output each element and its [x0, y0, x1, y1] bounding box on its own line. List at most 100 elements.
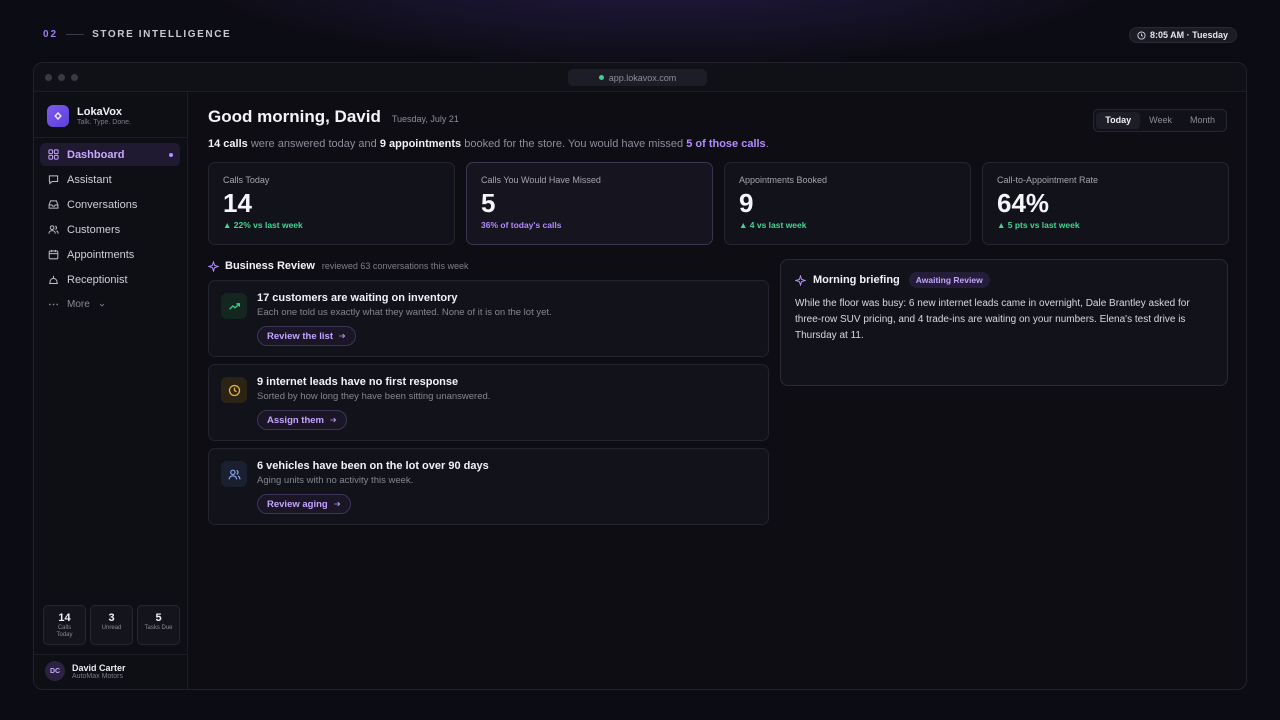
stat-label: Calls Today	[56, 625, 73, 638]
task-description: Aging units with no activity this week.	[257, 475, 414, 486]
kpi-value: 64%	[997, 188, 1050, 218]
kpi-delta: ▲ 5 pts vs last week	[997, 220, 1080, 230]
secure-indicator	[598, 75, 604, 80]
clock-icon	[1137, 30, 1146, 40]
stat-calls-today: 14 Calls Today	[43, 605, 86, 645]
inbox-icon	[48, 200, 59, 209]
kpi-label: Appointments Booked	[739, 175, 828, 185]
sparkle-icon	[795, 274, 806, 286]
sidebar-item-receptionist[interactable]: Receptionist	[40, 268, 180, 291]
brand-tagline: Talk. Type. Done.	[77, 119, 131, 126]
button-label: Review the list	[267, 330, 333, 342]
page-title: Good morning, David	[208, 107, 381, 126]
avatar: DC	[45, 661, 65, 681]
review-aging-button[interactable]: Review aging	[257, 494, 351, 514]
minimize-dot[interactable]	[58, 74, 65, 81]
logo-icon	[47, 105, 69, 127]
user-profile[interactable]: DC David Carter AutoMax Motors	[45, 661, 126, 681]
sparkle-icon	[208, 260, 219, 272]
stat-value: 5	[155, 612, 162, 624]
range-selector: Today Week Month	[1093, 109, 1227, 132]
sidebar-nav: Dashboard Assistant Conversations Custom…	[40, 143, 180, 318]
morning-briefing-card: Morning briefing Awaiting Review While t…	[780, 259, 1228, 386]
task-card-inventory: 17 customers are waiting on inventory Ea…	[208, 280, 769, 357]
greeting: Good morning, David Tuesday, July 21	[208, 107, 459, 127]
users-icon	[48, 225, 59, 234]
sidebar-item-label: Dashboard	[67, 148, 125, 161]
clock-icon	[221, 377, 247, 403]
sidebar-item-label: Conversations	[67, 198, 138, 211]
calendar-icon	[48, 249, 59, 260]
kpi-value: 5	[481, 188, 496, 218]
main-content: Good morning, David Tuesday, July 21 Tod…	[189, 92, 1246, 689]
kpi-value: 14	[223, 188, 252, 218]
kpi-row: Calls Today 14 ▲ 22% vs last week Calls …	[208, 162, 1229, 245]
business-review-title: Business Review	[225, 260, 315, 272]
users-icon	[221, 461, 247, 487]
section-number: 02	[43, 29, 59, 40]
kpi-card-missed-calls[interactable]: Calls You Would Have Missed 5 36% of tod…	[466, 162, 713, 245]
briefing-header: Morning briefing Awaiting Review	[795, 272, 1213, 288]
arrow-right-icon	[339, 333, 346, 339]
url-text: app.lokavox.com	[608, 72, 677, 83]
sidebar-item-label: Appointments	[67, 248, 135, 261]
sidebar-item-assistant[interactable]: Assistant	[40, 168, 180, 191]
button-label: Assign them	[267, 414, 325, 426]
review-task-list: 17 customers are waiting on inventory Ea…	[208, 280, 769, 532]
close-dot[interactable]	[45, 74, 52, 81]
kpi-card-appointments[interactable]: Appointments Booked 9 ▲ 4 vs last week	[724, 162, 971, 245]
trending-up-icon	[221, 293, 247, 319]
task-card-leads: 9 internet leads have no first response …	[208, 364, 769, 441]
business-review-subtitle: reviewed 63 conversations this week	[321, 261, 469, 271]
chat-icon	[48, 175, 59, 185]
stat-tasks-due: 5 Tasks Due	[137, 605, 180, 645]
task-description: Sorted by how long they have been sittin…	[257, 391, 491, 402]
bell-icon	[49, 275, 58, 284]
clock-text: 8:05 AM · Tuesday	[1149, 30, 1228, 40]
kpi-label: Calls You Would Have Missed	[481, 175, 601, 185]
active-indicator	[169, 153, 173, 157]
maximize-dot[interactable]	[71, 74, 78, 81]
sidebar-item-customers[interactable]: Customers	[40, 218, 180, 241]
sidebar-item-appointments[interactable]: Appointments	[40, 243, 180, 266]
sidebar-item-dashboard[interactable]: Dashboard	[40, 143, 180, 166]
kpi-delta: ▲ 4 vs last week	[739, 220, 807, 230]
section-title: STORE INTELLIGENCE	[92, 29, 232, 40]
sidebar: LokaVox Talk. Type. Done. Dashboard Assi…	[34, 92, 188, 689]
stat-unread: 3 Unread	[90, 605, 133, 645]
task-description: Each one told us exactly what they wante…	[257, 307, 552, 318]
kpi-value: 9	[739, 188, 754, 218]
arrow-right-icon	[334, 501, 340, 507]
assign-button[interactable]: Assign them	[257, 410, 348, 430]
sidebar-item-label: Customers	[67, 223, 121, 236]
task-title: 17 customers are waiting on inventory	[257, 292, 458, 304]
sidebar-item-conversations[interactable]: Conversations	[40, 193, 180, 216]
grid-icon	[48, 149, 59, 160]
button-label: Review aging	[267, 498, 328, 510]
divider	[34, 654, 187, 655]
clock-badge: 8:05 AM · Tuesday	[1128, 27, 1237, 43]
divider	[66, 34, 85, 35]
summary-appointments: 9 appointments	[379, 138, 462, 150]
tab-week[interactable]: Week	[1140, 112, 1181, 129]
stat-label: Unread	[101, 625, 122, 631]
kpi-card-conversion-rate[interactable]: Call-to-Appointment Rate 64% ▲ 5 pts vs …	[982, 162, 1229, 245]
user-name: David Carter	[72, 662, 126, 673]
sidebar-more-label: More	[67, 299, 90, 310]
summary-missed: 5 of those calls	[686, 138, 766, 150]
tab-month[interactable]: Month	[1181, 112, 1224, 129]
status-badge: Awaiting Review	[908, 272, 990, 288]
business-review-header: Business Review reviewed 63 conversation…	[208, 260, 468, 272]
review-list-button[interactable]: Review the list	[257, 326, 356, 346]
kpi-card-calls-today[interactable]: Calls Today 14 ▲ 22% vs last week	[208, 162, 455, 245]
briefing-title: Morning briefing	[813, 274, 900, 286]
stat-value: 14	[58, 612, 71, 624]
tab-today[interactable]: Today	[1096, 112, 1141, 129]
chevron-down-icon	[99, 303, 105, 307]
user-org: AutoMax Motors	[72, 672, 123, 680]
stat-label: Tasks Due	[144, 625, 173, 631]
address-bar[interactable]: app.lokavox.com	[568, 69, 707, 86]
brand[interactable]: LokaVox Talk. Type. Done.	[47, 105, 131, 127]
sidebar-more[interactable]: More	[40, 293, 180, 316]
task-title: 9 internet leads have no first response	[257, 376, 459, 388]
